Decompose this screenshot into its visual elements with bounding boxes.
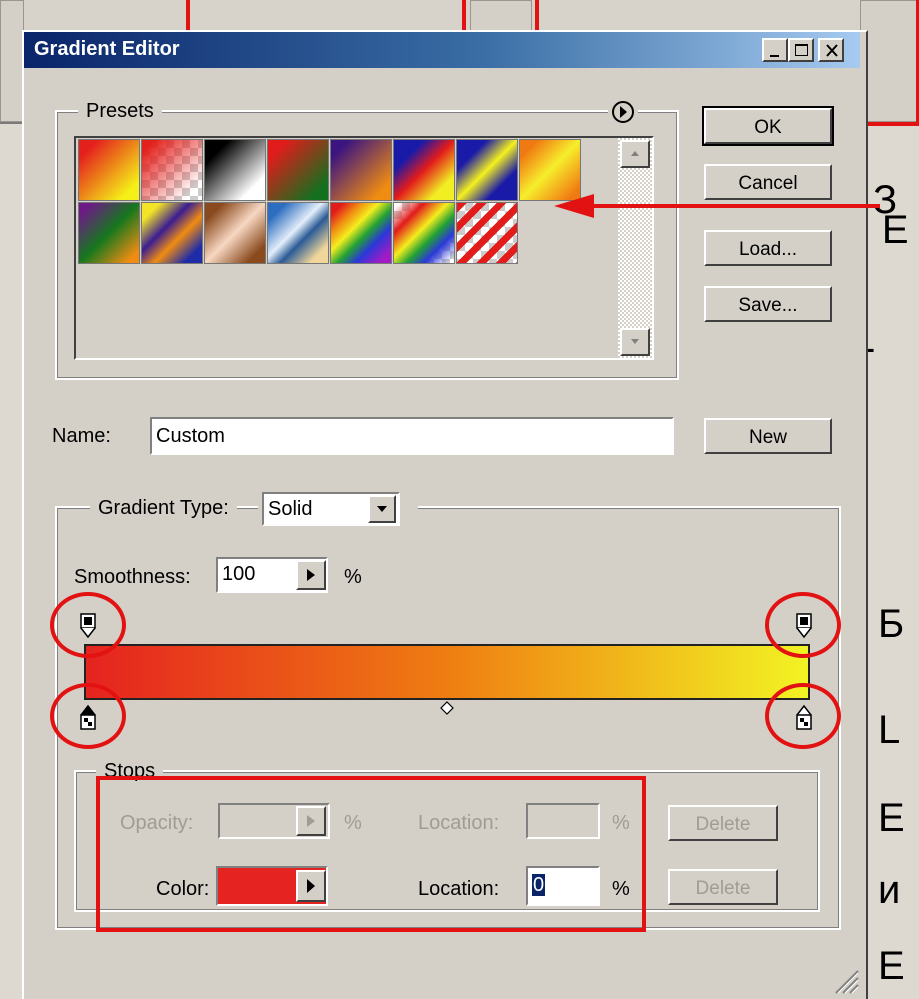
- name-input[interactable]: Custom: [150, 417, 674, 455]
- preset-swatch[interactable]: [330, 139, 392, 201]
- preset-swatch[interactable]: [456, 202, 518, 264]
- color-delete-button[interactable]: Delete: [668, 869, 778, 905]
- annotation-circle: [765, 592, 841, 658]
- preset-swatch[interactable]: [141, 202, 203, 264]
- preset-swatch[interactable]: [204, 202, 266, 264]
- close-icon: [826, 44, 838, 57]
- save-button[interactable]: Save...: [704, 286, 832, 322]
- smoothness-label: Smoothness:: [74, 566, 191, 588]
- gradient-preview-bar[interactable]: [84, 644, 810, 700]
- maximize-button[interactable]: [788, 38, 814, 62]
- annotation-box-stops: [96, 776, 646, 932]
- close-button[interactable]: [818, 38, 844, 62]
- opacity-delete-button[interactable]: Delete: [668, 805, 778, 841]
- arrow-up-icon: [631, 151, 639, 156]
- ok-button[interactable]: OK: [702, 106, 834, 146]
- resize-grip-icon[interactable]: [830, 965, 860, 995]
- maximize-icon: [795, 44, 808, 56]
- presets-menu-button[interactable]: [608, 97, 638, 127]
- background-letter: и: [878, 868, 901, 912]
- preset-swatch[interactable]: [78, 139, 140, 201]
- background-letter: Е: [878, 944, 905, 988]
- presets-label: Presets: [78, 100, 162, 123]
- gradient-type-dropdown-button[interactable]: [368, 495, 396, 523]
- gradient-type-label: Gradient Type:: [90, 497, 237, 520]
- preset-swatch[interactable]: [267, 139, 329, 201]
- preset-swatch[interactable]: [78, 202, 140, 264]
- circle-arrow-right-icon: [612, 101, 634, 123]
- smoothness-slider-button[interactable]: [296, 560, 326, 590]
- new-button[interactable]: New: [704, 418, 832, 454]
- annotation-circle: [50, 592, 126, 658]
- preset-swatch[interactable]: [141, 139, 203, 201]
- preset-swatch[interactable]: [393, 202, 455, 264]
- scroll-down-button[interactable]: [620, 328, 650, 356]
- smoothness-unit: %: [344, 566, 362, 588]
- name-label: Name:: [52, 425, 111, 447]
- triangle-right-icon: [307, 569, 315, 581]
- cancel-button[interactable]: Cancel: [704, 164, 832, 200]
- background-letter: Б: [878, 602, 905, 646]
- chevron-down-icon: [377, 506, 387, 512]
- preset-swatch[interactable]: [330, 202, 392, 264]
- load-button[interactable]: Load...: [704, 230, 832, 266]
- dialog-title: Gradient Editor: [34, 38, 180, 60]
- background-panel: [0, 0, 24, 122]
- annotation-circle: [765, 683, 841, 749]
- preset-swatch[interactable]: [456, 139, 518, 201]
- arrow-down-icon: [631, 339, 639, 344]
- background-letter: Е: [878, 796, 905, 840]
- presets-scrollbar[interactable]: [618, 138, 652, 358]
- annotation-circle: [50, 683, 126, 749]
- preset-swatch[interactable]: [267, 202, 329, 264]
- preset-swatch[interactable]: [393, 139, 455, 201]
- scroll-up-button[interactable]: [620, 140, 650, 168]
- preset-swatch[interactable]: [204, 139, 266, 201]
- minimize-button[interactable]: [762, 38, 788, 62]
- midpoint-diamond-icon[interactable]: [439, 700, 455, 716]
- minimize-icon: [770, 55, 779, 57]
- background-letter: L: [878, 708, 901, 752]
